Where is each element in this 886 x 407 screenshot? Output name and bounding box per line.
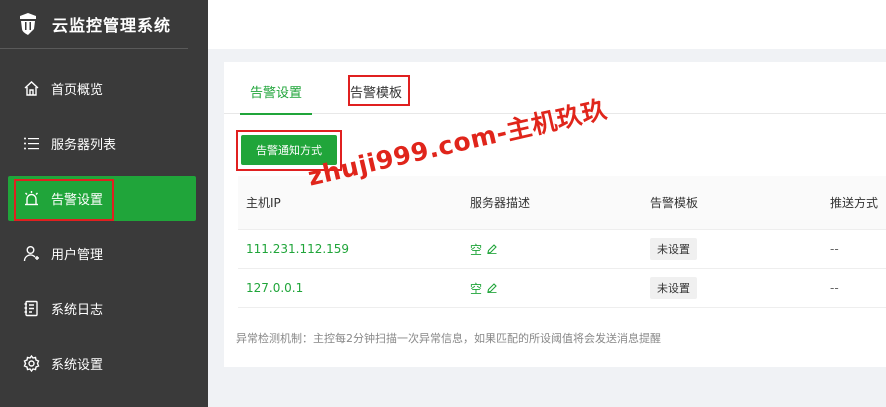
table-row: 127.0.0.1 空 未设置 -- [238, 269, 886, 308]
host-ip: 111.231.112.159 [246, 242, 350, 256]
description-cell: 空 [462, 241, 642, 258]
tab-alarm-settings[interactable]: 告警设置 [240, 82, 313, 115]
sidebar: 云监控管理系统 首页概览 服务器列表 告警设置 用户管理 系统日志 系统设置 [0, 0, 208, 407]
template-tag[interactable]: 未设置 [650, 277, 697, 299]
column-header: 推送方式 [830, 196, 879, 210]
template-cell: 未设置 [642, 277, 822, 299]
sidebar-item-logs[interactable]: 系统日志 [8, 286, 196, 331]
home-icon [22, 80, 40, 98]
sidebar-nav: 首页概览 服务器列表 告警设置 用户管理 系统日志 系统设置 [0, 66, 208, 396]
template-tag[interactable]: 未设置 [650, 238, 697, 260]
sidebar-item-label: 系统设置 [51, 358, 104, 373]
shield-logo-icon [18, 13, 38, 35]
app-title: 云监控管理系统 [52, 16, 172, 35]
top-header [208, 0, 886, 49]
description-edit[interactable]: 空 [470, 280, 642, 297]
server-table: 主机IP 服务器描述 告警模板 推送方式 111.231.112.159 空 未… [238, 176, 886, 308]
host-ip: 127.0.0.1 [246, 281, 304, 295]
sidebar-item-label: 用户管理 [51, 248, 104, 263]
template-cell: 未设置 [642, 238, 822, 260]
tab-alarm-template[interactable]: 告警模板 [348, 75, 410, 106]
gear-icon [22, 355, 40, 373]
sidebar-item-settings[interactable]: 系统设置 [8, 341, 196, 386]
column-header: 告警模板 [650, 196, 699, 210]
highlight-box [348, 75, 410, 106]
edit-pencil-icon[interactable] [487, 244, 497, 254]
active-tab-underline [240, 113, 313, 115]
log-icon [22, 300, 40, 318]
user-icon [22, 245, 40, 263]
table-row: 111.231.112.159 空 未设置 -- [238, 230, 886, 269]
push-method: -- [830, 281, 839, 295]
sidebar-item-label: 系统日志 [51, 303, 104, 318]
push-method: -- [830, 242, 839, 256]
sidebar-item-users[interactable]: 用户管理 [8, 231, 196, 276]
edit-pencil-icon[interactable] [487, 283, 497, 293]
brand: 云监控管理系统 [0, 0, 188, 49]
sidebar-item-home[interactable]: 首页概览 [8, 66, 196, 111]
sidebar-item-label: 服务器列表 [51, 138, 117, 153]
description-cell: 空 [462, 280, 642, 297]
description-text: 空 [470, 281, 483, 296]
detection-note: 异常检测机制：主控每2分钟扫描一次异常信息，如果匹配的所设阈值将会发送消息提醒 [236, 332, 661, 345]
column-header: 服务器描述 [470, 196, 531, 210]
description-edit[interactable]: 空 [470, 241, 642, 258]
column-header: 主机IP [246, 196, 281, 210]
list-icon [22, 135, 40, 153]
sidebar-item-alarm[interactable]: 告警设置 [8, 176, 196, 221]
description-text: 空 [470, 242, 483, 257]
tab-label: 告警设置 [250, 86, 303, 101]
sidebar-item-label: 首页概览 [51, 83, 104, 98]
sidebar-item-servers[interactable]: 服务器列表 [8, 121, 196, 166]
highlight-box [14, 179, 114, 221]
